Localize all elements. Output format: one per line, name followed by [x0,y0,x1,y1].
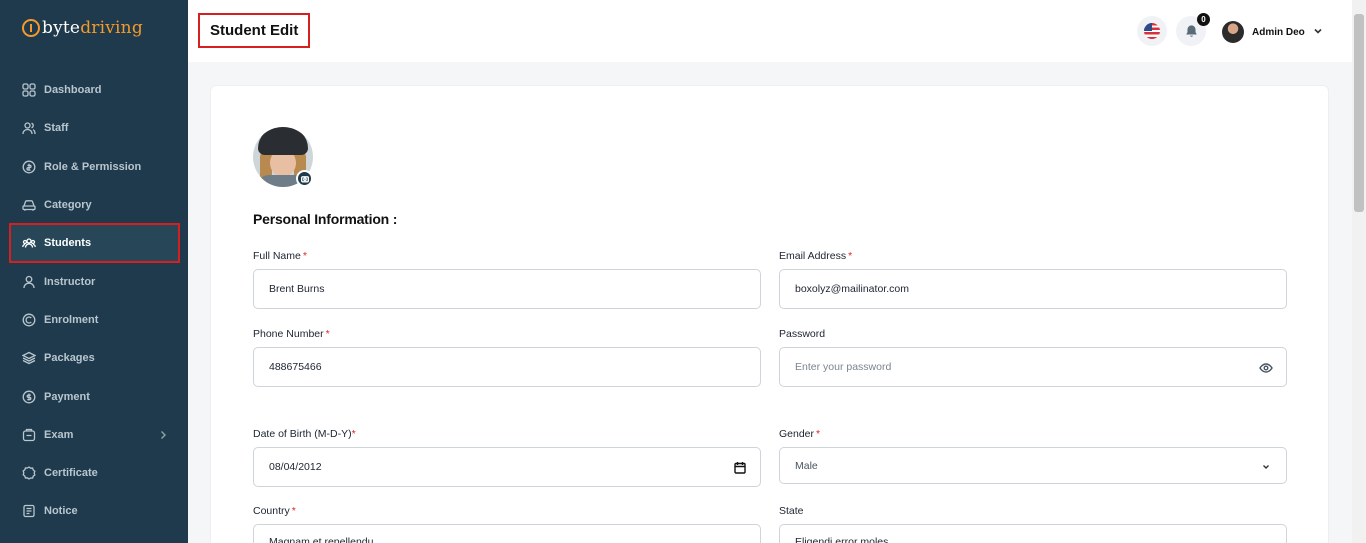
sidebar-item-students[interactable]: Students [9,223,180,264]
eye-icon[interactable] [1258,360,1274,376]
sidebar-nav: Dashboard Staff Role & Permission Catego… [9,71,180,531]
email-field[interactable]: boxolyz@mailinator.com [779,269,1287,309]
section-title: Personal Information : [253,211,398,227]
sidebar-item-label: Role & Permission [44,160,142,173]
exam-icon [22,428,36,442]
country-label: Country * [253,505,296,517]
gender-value: Male [795,459,818,472]
sidebar-item-dashboard[interactable]: Dashboard [10,71,179,109]
sidebar-item-certificate[interactable]: Certificate [10,454,179,492]
sidebar-item-payment[interactable]: Payment [10,377,179,415]
user-icon [22,275,36,289]
dob-field[interactable]: 08/04/2012 [253,447,761,487]
avatar [1222,21,1244,43]
page-title: Student Edit [198,13,311,48]
us-flag-icon [1144,23,1160,39]
sidebar-item-notice[interactable]: Notice [10,492,179,530]
email-label: Email Address * [779,250,853,262]
sidebar-item-label: Notice [44,505,78,518]
country-field[interactable]: Magnam et repellendu [253,524,761,543]
sidebar-item-label: Enrolment [44,313,99,326]
certificate-icon [22,466,36,480]
profile-photo [253,127,313,187]
state-label: State [779,505,804,517]
student-edit-form-card: Personal Information : Full Name * Brent … [210,85,1329,543]
sidebar-item-label: Dashboard [44,84,102,97]
chevron-down-icon [1313,23,1323,41]
steering-wheel-icon [22,19,40,37]
sidebar: bytedriving Dashboard Staff Role & Permi… [0,0,188,543]
sidebar-item-label: Exam [44,428,74,441]
sidebar-item-label: Payment [44,390,90,403]
dob-label: Date of Birth (M-D-Y)* [253,428,356,440]
dollar-icon [22,390,36,404]
dashboard-icon [22,83,36,97]
full-name-label: Full Name * [253,250,307,262]
sidebar-item-packages[interactable]: Packages [10,339,179,377]
sidebar-item-label: Instructor [44,275,96,288]
chevron-down-icon [1258,459,1274,475]
enrolment-icon [22,313,36,327]
gender-select[interactable]: Male [779,447,1287,484]
user-name: Admin Deo [1252,26,1305,38]
chevron-right-icon[interactable] [157,429,169,441]
sidebar-item-enrolment[interactable]: Enrolment [10,301,179,339]
sidebar-item-role-permission[interactable]: Role & Permission [10,148,179,186]
password-label: Password [779,328,826,340]
sidebar-item-label: Students [44,237,92,250]
sidebar-item-exam[interactable]: Exam [10,416,179,454]
sidebar-item-label: Staff [44,122,69,135]
brand-logo[interactable]: bytedriving [22,16,143,40]
notice-icon [22,504,36,518]
brand-name-part1: byte [42,18,81,38]
shield-icon [22,160,36,174]
top-header: Student Edit 0 Admin Deo [188,0,1352,62]
calendar-icon[interactable] [732,460,748,476]
user-menu[interactable]: Admin Deo [1222,19,1323,45]
password-field[interactable]: Enter your password [779,347,1287,387]
bell-icon [1185,24,1197,37]
state-field[interactable]: Eligendi error moles [779,524,1287,543]
layers-icon [22,351,36,365]
sidebar-item-category[interactable]: Category [10,186,179,224]
change-photo-button[interactable] [296,170,313,187]
phone-field[interactable]: 488675466 [253,347,761,387]
sidebar-item-label: Category [44,199,92,212]
sidebar-item-instructor[interactable]: Instructor [10,262,179,300]
full-name-field[interactable]: Brent Burns [253,269,761,309]
car-icon [22,198,36,212]
page-scrollbar-thumb[interactable] [1354,14,1364,212]
sidebar-item-staff[interactable]: Staff [10,109,179,147]
sidebar-item-label: Certificate [44,467,98,480]
students-icon [22,236,36,250]
users-icon [22,121,36,135]
camera-icon [300,175,309,182]
gender-label: Gender * [779,428,821,440]
sidebar-item-label: Packages [44,352,95,365]
password-placeholder: Enter your password [795,361,892,373]
language-selector[interactable] [1137,16,1167,46]
brand-name-part2: driving [80,18,143,38]
dob-value: 08/04/2012 [269,461,322,473]
phone-label: Phone Number * [253,328,330,340]
notification-count-badge: 0 [1197,13,1210,26]
